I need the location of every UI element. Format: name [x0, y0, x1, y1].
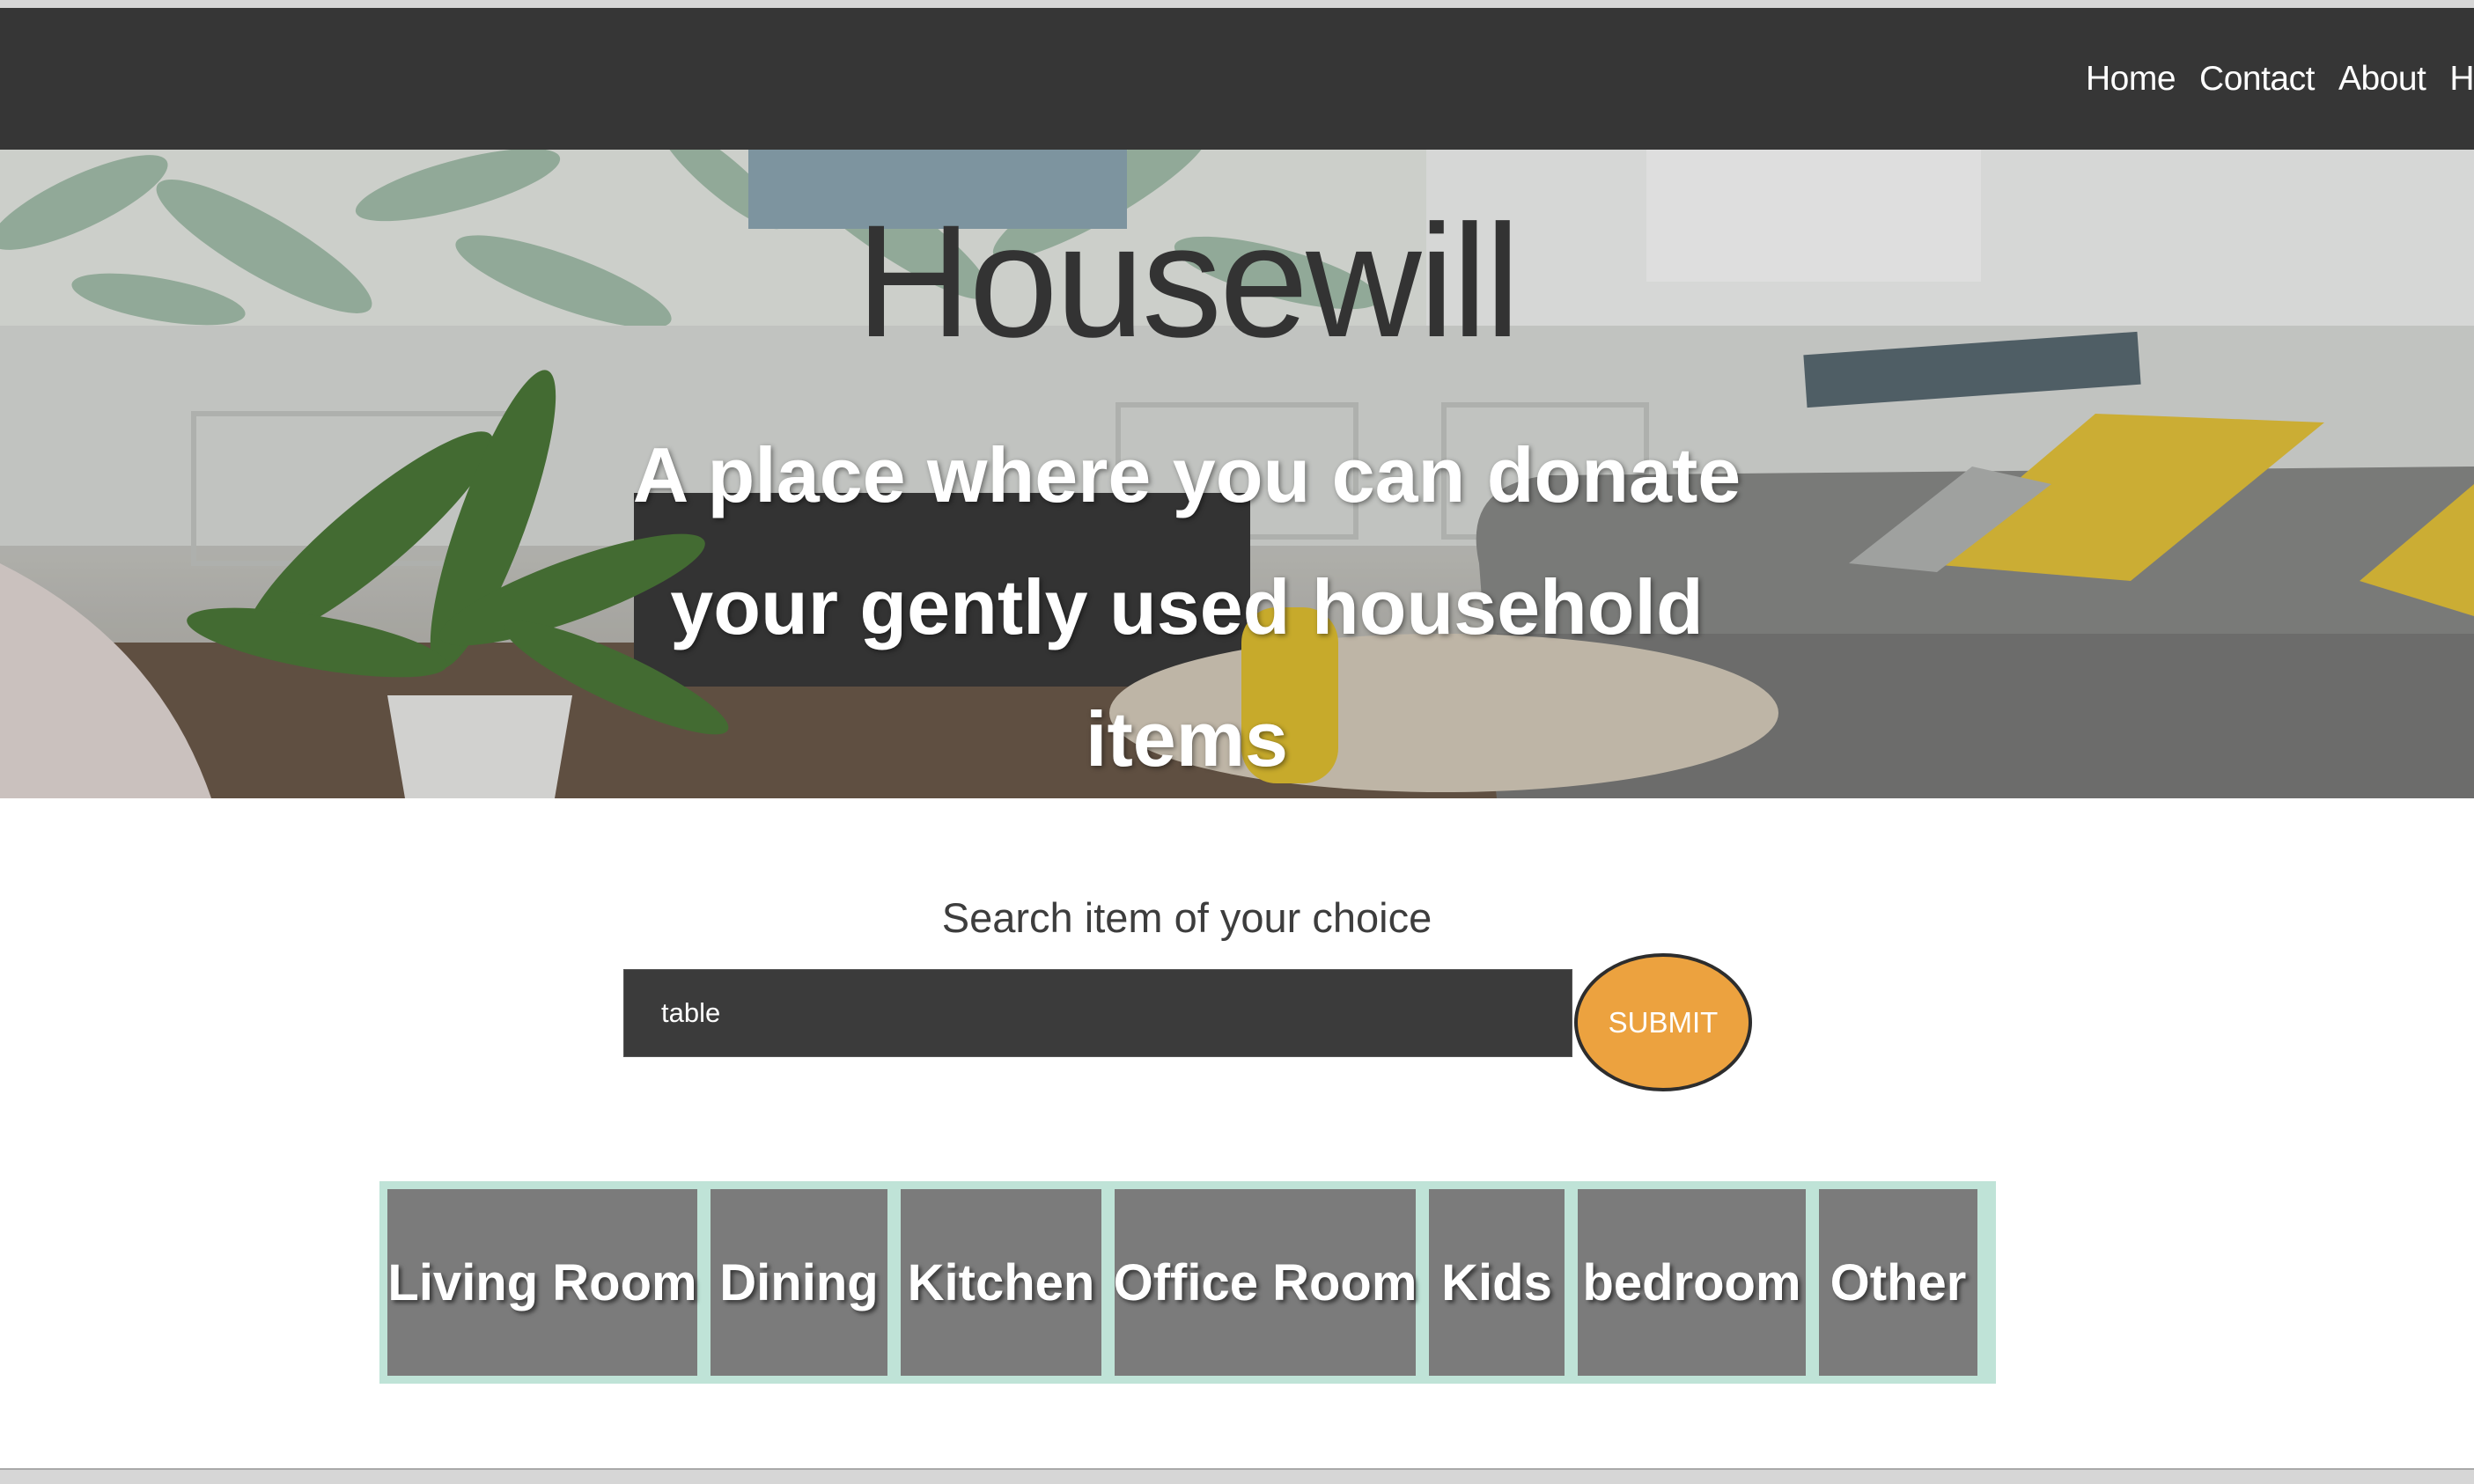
- category-dining[interactable]: Dining: [711, 1189, 887, 1376]
- nav-link-about[interactable]: About: [2338, 60, 2426, 99]
- category-other[interactable]: Other: [1819, 1189, 1977, 1376]
- category-bar: Living Room Dining Kitchen Office Room K…: [379, 1181, 1996, 1384]
- nav-link-contact[interactable]: Contact: [2199, 60, 2315, 99]
- hero-title: Housewill: [856, 191, 1520, 371]
- category-bedroom[interactable]: bedroom: [1578, 1189, 1806, 1376]
- browser-bottom-strip: [0, 1468, 2474, 1484]
- browser-top-strip: [0, 0, 2474, 8]
- nav-link-home[interactable]: Home: [2086, 60, 2176, 99]
- category-kitchen[interactable]: Kitchen: [901, 1189, 1101, 1376]
- category-office-room[interactable]: Office Room: [1114, 1189, 1417, 1376]
- hero-banner: Housewill A place where you can donate y…: [0, 150, 2474, 798]
- search-input[interactable]: [623, 969, 1572, 1057]
- navbar: Home Contact About Ho: [0, 8, 2474, 150]
- hero-subtitle: A place where you can donate your gently…: [632, 431, 1741, 782]
- category-kids[interactable]: Kids: [1429, 1189, 1565, 1376]
- search-label: Search item of your choice: [941, 894, 1432, 941]
- nav-link-truncated[interactable]: Ho: [2449, 60, 2474, 99]
- category-living-room[interactable]: Living Room: [387, 1189, 697, 1376]
- submit-button[interactable]: SUBMIT: [1574, 953, 1752, 1091]
- nav-links: Home Contact About Ho: [2086, 8, 2474, 150]
